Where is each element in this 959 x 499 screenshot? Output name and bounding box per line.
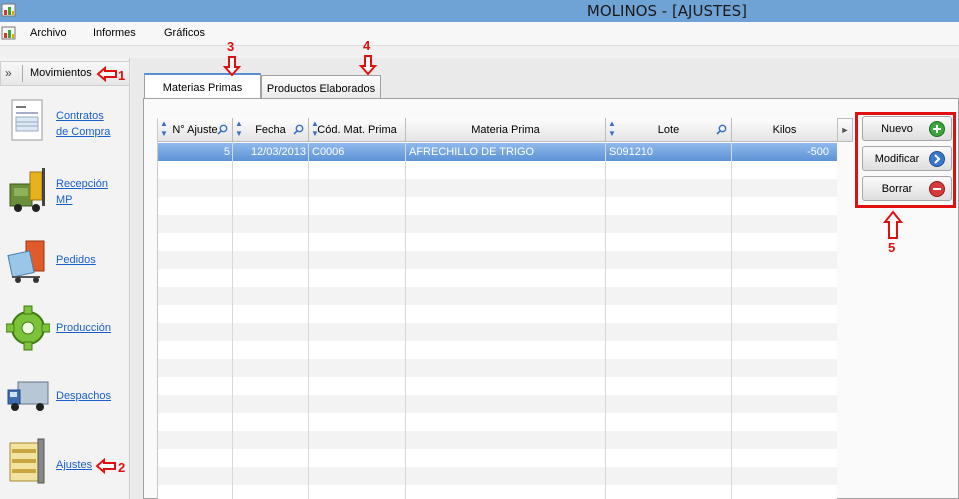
empty-row	[158, 215, 837, 233]
empty-row	[158, 323, 837, 341]
annotation-arrow-down-icon	[222, 56, 242, 77]
column-header-label: Materia Prima	[471, 124, 540, 136]
cell-materia-prima: AFRECHILLO DE TRIGO	[409, 146, 535, 158]
sidebar-item-contratos[interactable]: Contratos de Compra	[0, 96, 130, 160]
sort-icon[interactable]: ▲ ▼	[608, 119, 616, 139]
empty-row	[158, 395, 837, 413]
sidebar-header-label: Movimientos	[30, 67, 92, 79]
empty-row	[158, 179, 837, 197]
empty-row	[158, 251, 837, 269]
empty-row	[158, 233, 837, 251]
empty-row	[158, 287, 837, 305]
sidebar-item-label[interactable]: Recepción	[56, 176, 126, 192]
data-grid[interactable]: ▲ ▼ N° Ajuste ▲ ▼ Fecha ▲ ▼ Cód. Mat. Prima…	[157, 118, 837, 499]
column-header-label: Fecha	[255, 124, 286, 136]
tab-materias-primas[interactable]: Materias Primas	[144, 73, 261, 101]
column-header-lote[interactable]: ▲ ▼ Lote	[606, 118, 732, 142]
sidebar-item-label[interactable]: Despachos	[56, 388, 126, 404]
empty-row	[158, 197, 837, 215]
cell-kilos: -500	[806, 146, 829, 158]
menu-informes[interactable]: Informes	[93, 27, 136, 39]
sidebar-item-label[interactable]: Pedidos	[56, 252, 126, 268]
annotation-arrow-up-icon	[882, 210, 904, 239]
menu-bar: Archivo Informes Gráficos	[0, 22, 959, 46]
search-icon[interactable]	[716, 124, 727, 135]
grid-line	[232, 142, 233, 499]
empty-row	[158, 431, 837, 449]
vise-icon	[9, 438, 45, 484]
divider	[22, 65, 23, 82]
annotation-label-4: 4	[363, 38, 371, 53]
column-header-fecha[interactable]: ▲ ▼ Fecha	[233, 118, 309, 142]
truck-icon	[7, 381, 49, 411]
empty-row	[158, 467, 837, 485]
sidebar-item-recepcion[interactable]: Recepción MP	[0, 164, 130, 228]
grid-line	[731, 142, 732, 499]
sidebar-item-label[interactable]: Contratos	[56, 108, 126, 124]
sidebar-item-pedidos[interactable]: Pedidos	[0, 235, 130, 299]
sidebar-item-label[interactable]: de Compra	[56, 124, 126, 140]
annotation-box	[855, 112, 956, 208]
gear-icon	[6, 305, 50, 351]
empty-row	[158, 341, 837, 359]
column-header-label: Kilos	[772, 124, 797, 136]
column-header-n-ajuste[interactable]: ▲ ▼ N° Ajuste	[158, 118, 233, 142]
app-menu-icon[interactable]	[1, 25, 17, 41]
column-header-label: N° Ajuste	[172, 124, 218, 136]
window-title: MOLINOS - [AJUSTES]	[586, 2, 747, 20]
empty-row	[158, 413, 837, 431]
forklift-icon	[9, 168, 45, 212]
sidebar-item-label[interactable]: MP	[56, 192, 126, 208]
cell-fecha: 12/03/2013	[250, 146, 306, 158]
cart-icon	[7, 240, 45, 283]
sort-icon[interactable]: ▲ ▼	[311, 119, 319, 139]
annotation-label-3: 3	[227, 39, 235, 54]
annotation-arrow-left-icon	[95, 458, 116, 474]
empty-row	[158, 305, 837, 323]
empty-row	[158, 449, 837, 467]
annotation-label-1: 1	[118, 68, 126, 83]
empty-row	[158, 485, 837, 499]
sort-icon[interactable]: ▲ ▼	[160, 119, 168, 139]
cell-lote: S091210	[609, 146, 654, 158]
grid-line	[605, 142, 606, 499]
empty-row	[158, 269, 837, 287]
annotation-label-5: 5	[888, 240, 896, 255]
search-icon[interactable]	[217, 124, 228, 135]
annotation-label-2: 2	[118, 460, 126, 475]
annotation-arrow-left-icon	[96, 66, 117, 82]
empty-row	[158, 359, 837, 377]
sidebar-item-produccion[interactable]: Producción	[0, 304, 130, 368]
sort-icon[interactable]: ▲ ▼	[235, 119, 243, 139]
cell-n-ajuste: 5	[223, 146, 230, 158]
column-header-cod-mat-prima[interactable]: ▲ ▼ Cód. Mat. Prima	[309, 118, 406, 142]
column-header-label: Cód. Mat. Prima	[317, 124, 397, 136]
scroll-right-arrow-icon[interactable]: ►	[837, 118, 853, 142]
menu-graficos[interactable]: Gráficos	[164, 27, 205, 39]
sidebar-item-despachos[interactable]: Despachos	[0, 374, 130, 438]
sidebar-item-label[interactable]: Producción	[56, 320, 126, 336]
grid-line	[405, 142, 406, 499]
title-bar: MOLINOS - [AJUSTES]	[0, 0, 959, 22]
empty-row	[158, 161, 837, 179]
column-header-kilos[interactable]: Kilos	[732, 118, 837, 142]
grid-line	[308, 142, 309, 499]
annotation-arrow-down-icon	[358, 55, 378, 76]
column-header-materia-prima[interactable]: Materia Prima	[406, 118, 606, 142]
search-icon[interactable]	[293, 124, 304, 135]
collapse-chevron-icon[interactable]: »	[5, 66, 12, 80]
contract-icon	[11, 99, 43, 141]
table-row[interactable]: 5 12/03/2013 C0006 AFRECHILLO DE TRIGO S…	[158, 143, 837, 161]
column-header-label: Lote	[657, 124, 680, 136]
menu-archivo[interactable]: Archivo	[30, 27, 67, 39]
empty-row	[158, 377, 837, 395]
cell-cod-mat-prima: C0006	[312, 146, 345, 158]
